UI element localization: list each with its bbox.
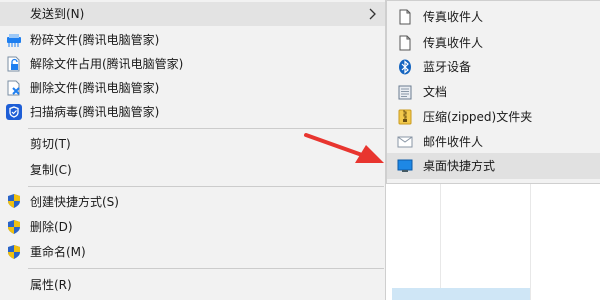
menu-item-label: 重命名(M)	[30, 245, 86, 259]
shield-scan-icon	[6, 104, 22, 120]
menu-item-scan-virus[interactable]: 扫描病毒(腾讯电脑管家)	[0, 100, 385, 124]
uac-shield-icon	[8, 194, 20, 208]
menu-item-label: 创建快捷方式(S)	[30, 195, 119, 209]
menu-item-label: 解除文件占用(腾讯电脑管家)	[30, 57, 184, 71]
submenu-item-documents[interactable]: 文档	[387, 79, 600, 105]
menu-item-rename[interactable]: 重命名(M)	[0, 240, 385, 264]
menu-item-delete[interactable]: 删除(D)	[0, 215, 385, 239]
bluetooth-icon	[399, 59, 411, 75]
submenu-item-fax-2[interactable]: 传真收件人	[387, 30, 600, 56]
submenu-item-label: 蓝牙设备	[423, 60, 472, 74]
menu-item-label: 删除文件(腾讯电脑管家)	[30, 81, 160, 95]
menu-item-label: 剪切(T)	[30, 137, 71, 151]
delete-file-icon	[7, 80, 20, 96]
explorer-background	[387, 184, 600, 300]
submenu-item-fax-1[interactable]: 传真收件人	[387, 4, 600, 30]
uac-shield-icon	[8, 245, 20, 259]
menu-separator	[28, 268, 384, 269]
submenu-item-label: 压缩(zipped)文件夹	[423, 110, 533, 124]
menu-item-label: 发送到(N)	[30, 7, 85, 21]
menu-item-label: 扫描病毒(腾讯电脑管家)	[30, 105, 160, 119]
mail-envelope-icon	[397, 136, 413, 148]
submenu-item-zip[interactable]: 压缩(zipped)文件夹	[387, 104, 600, 130]
submenu-item-label: 传真收件人	[423, 36, 484, 50]
column-divider	[440, 184, 441, 300]
menu-item-label: 删除(D)	[30, 220, 73, 234]
blank-document-icon	[399, 35, 411, 51]
submenu-item-bluetooth[interactable]: 蓝牙设备	[387, 54, 600, 80]
column-divider	[530, 184, 531, 300]
submenu-item-label: 传真收件人	[423, 10, 484, 24]
menu-item-properties[interactable]: 属性(R)	[0, 273, 385, 297]
blank-document-icon	[399, 9, 411, 25]
menu-item-delete-tencent[interactable]: 删除文件(腾讯电脑管家)	[0, 76, 385, 100]
menu-item-send-to[interactable]: 发送到(N)	[0, 2, 385, 26]
unlock-file-icon	[7, 56, 20, 72]
submenu-item-label: 桌面快捷方式	[423, 159, 496, 173]
zip-folder-icon	[398, 109, 412, 125]
submenu-item-mail[interactable]: 邮件收件人	[387, 129, 600, 155]
documents-icon	[398, 85, 412, 100]
submenu-item-label: 文档	[423, 85, 448, 99]
annotation-arrow-icon	[304, 133, 384, 163]
chevron-right-icon	[369, 8, 376, 20]
menu-item-label: 粉碎文件(腾讯电脑管家)	[30, 33, 160, 47]
shredder-icon	[7, 34, 21, 47]
submenu-item-desktop-shortcut[interactable]: 桌面快捷方式	[387, 153, 600, 179]
submenu-item-label: 邮件收件人	[423, 135, 484, 149]
menu-item-shred[interactable]: 粉碎文件(腾讯电脑管家)	[0, 28, 385, 52]
uac-shield-icon	[8, 220, 20, 234]
menu-item-label: 属性(R)	[30, 278, 72, 292]
send-to-submenu: 传真收件人 传真收件人 蓝牙设备 文档 压缩(zipped)文件夹 邮件收件人 …	[386, 0, 600, 184]
menu-item-unlock[interactable]: 解除文件占用(腾讯电脑管家)	[0, 52, 385, 76]
menu-item-label: 复制(C)	[30, 163, 72, 177]
desktop-icon	[397, 159, 413, 172]
selected-row-strip	[392, 288, 530, 300]
menu-separator	[28, 186, 384, 187]
menu-item-create-shortcut[interactable]: 创建快捷方式(S)	[0, 190, 385, 214]
